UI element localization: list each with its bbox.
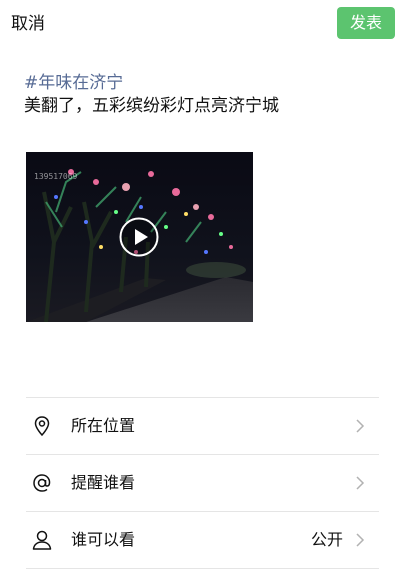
- visibility-value: 公开: [310, 530, 343, 549]
- top-bar: 取消 发表: [0, 0, 411, 48]
- location-icon: [34, 416, 50, 437]
- menu-item-visibility[interactable]: 谁可以看 公开: [26, 511, 379, 569]
- post-text-area[interactable]: #年味在济宁 美翻了，五彩缤纷彩灯点亮济宁城: [24, 72, 384, 118]
- chevron-right-icon: [356, 476, 365, 490]
- chevron-right-icon: [356, 419, 365, 433]
- video-thumbnail[interactable]: 139517069: [26, 152, 253, 322]
- menu-item-label: 谁可以看: [71, 530, 136, 549]
- play-icon[interactable]: [119, 217, 159, 257]
- post-options-list: 所在位置 提醒谁看 谁可以看 公开: [26, 397, 379, 569]
- cancel-button[interactable]: 取消: [11, 12, 45, 36]
- publish-button[interactable]: 发表: [337, 7, 395, 39]
- menu-item-label: 所在位置: [71, 416, 136, 435]
- post-caption: 美翻了，五彩缤纷彩灯点亮济宁城: [24, 96, 279, 116]
- hashtag-link[interactable]: #年味在济宁: [24, 72, 384, 95]
- menu-item-label: 提醒谁看: [71, 473, 136, 492]
- menu-item-mention[interactable]: 提醒谁看: [26, 454, 379, 511]
- chevron-right-icon: [356, 533, 365, 547]
- video-watermark: 139517069: [34, 172, 78, 181]
- menu-item-location[interactable]: 所在位置: [26, 397, 379, 454]
- at-icon: [33, 474, 51, 492]
- person-icon: [32, 530, 52, 550]
